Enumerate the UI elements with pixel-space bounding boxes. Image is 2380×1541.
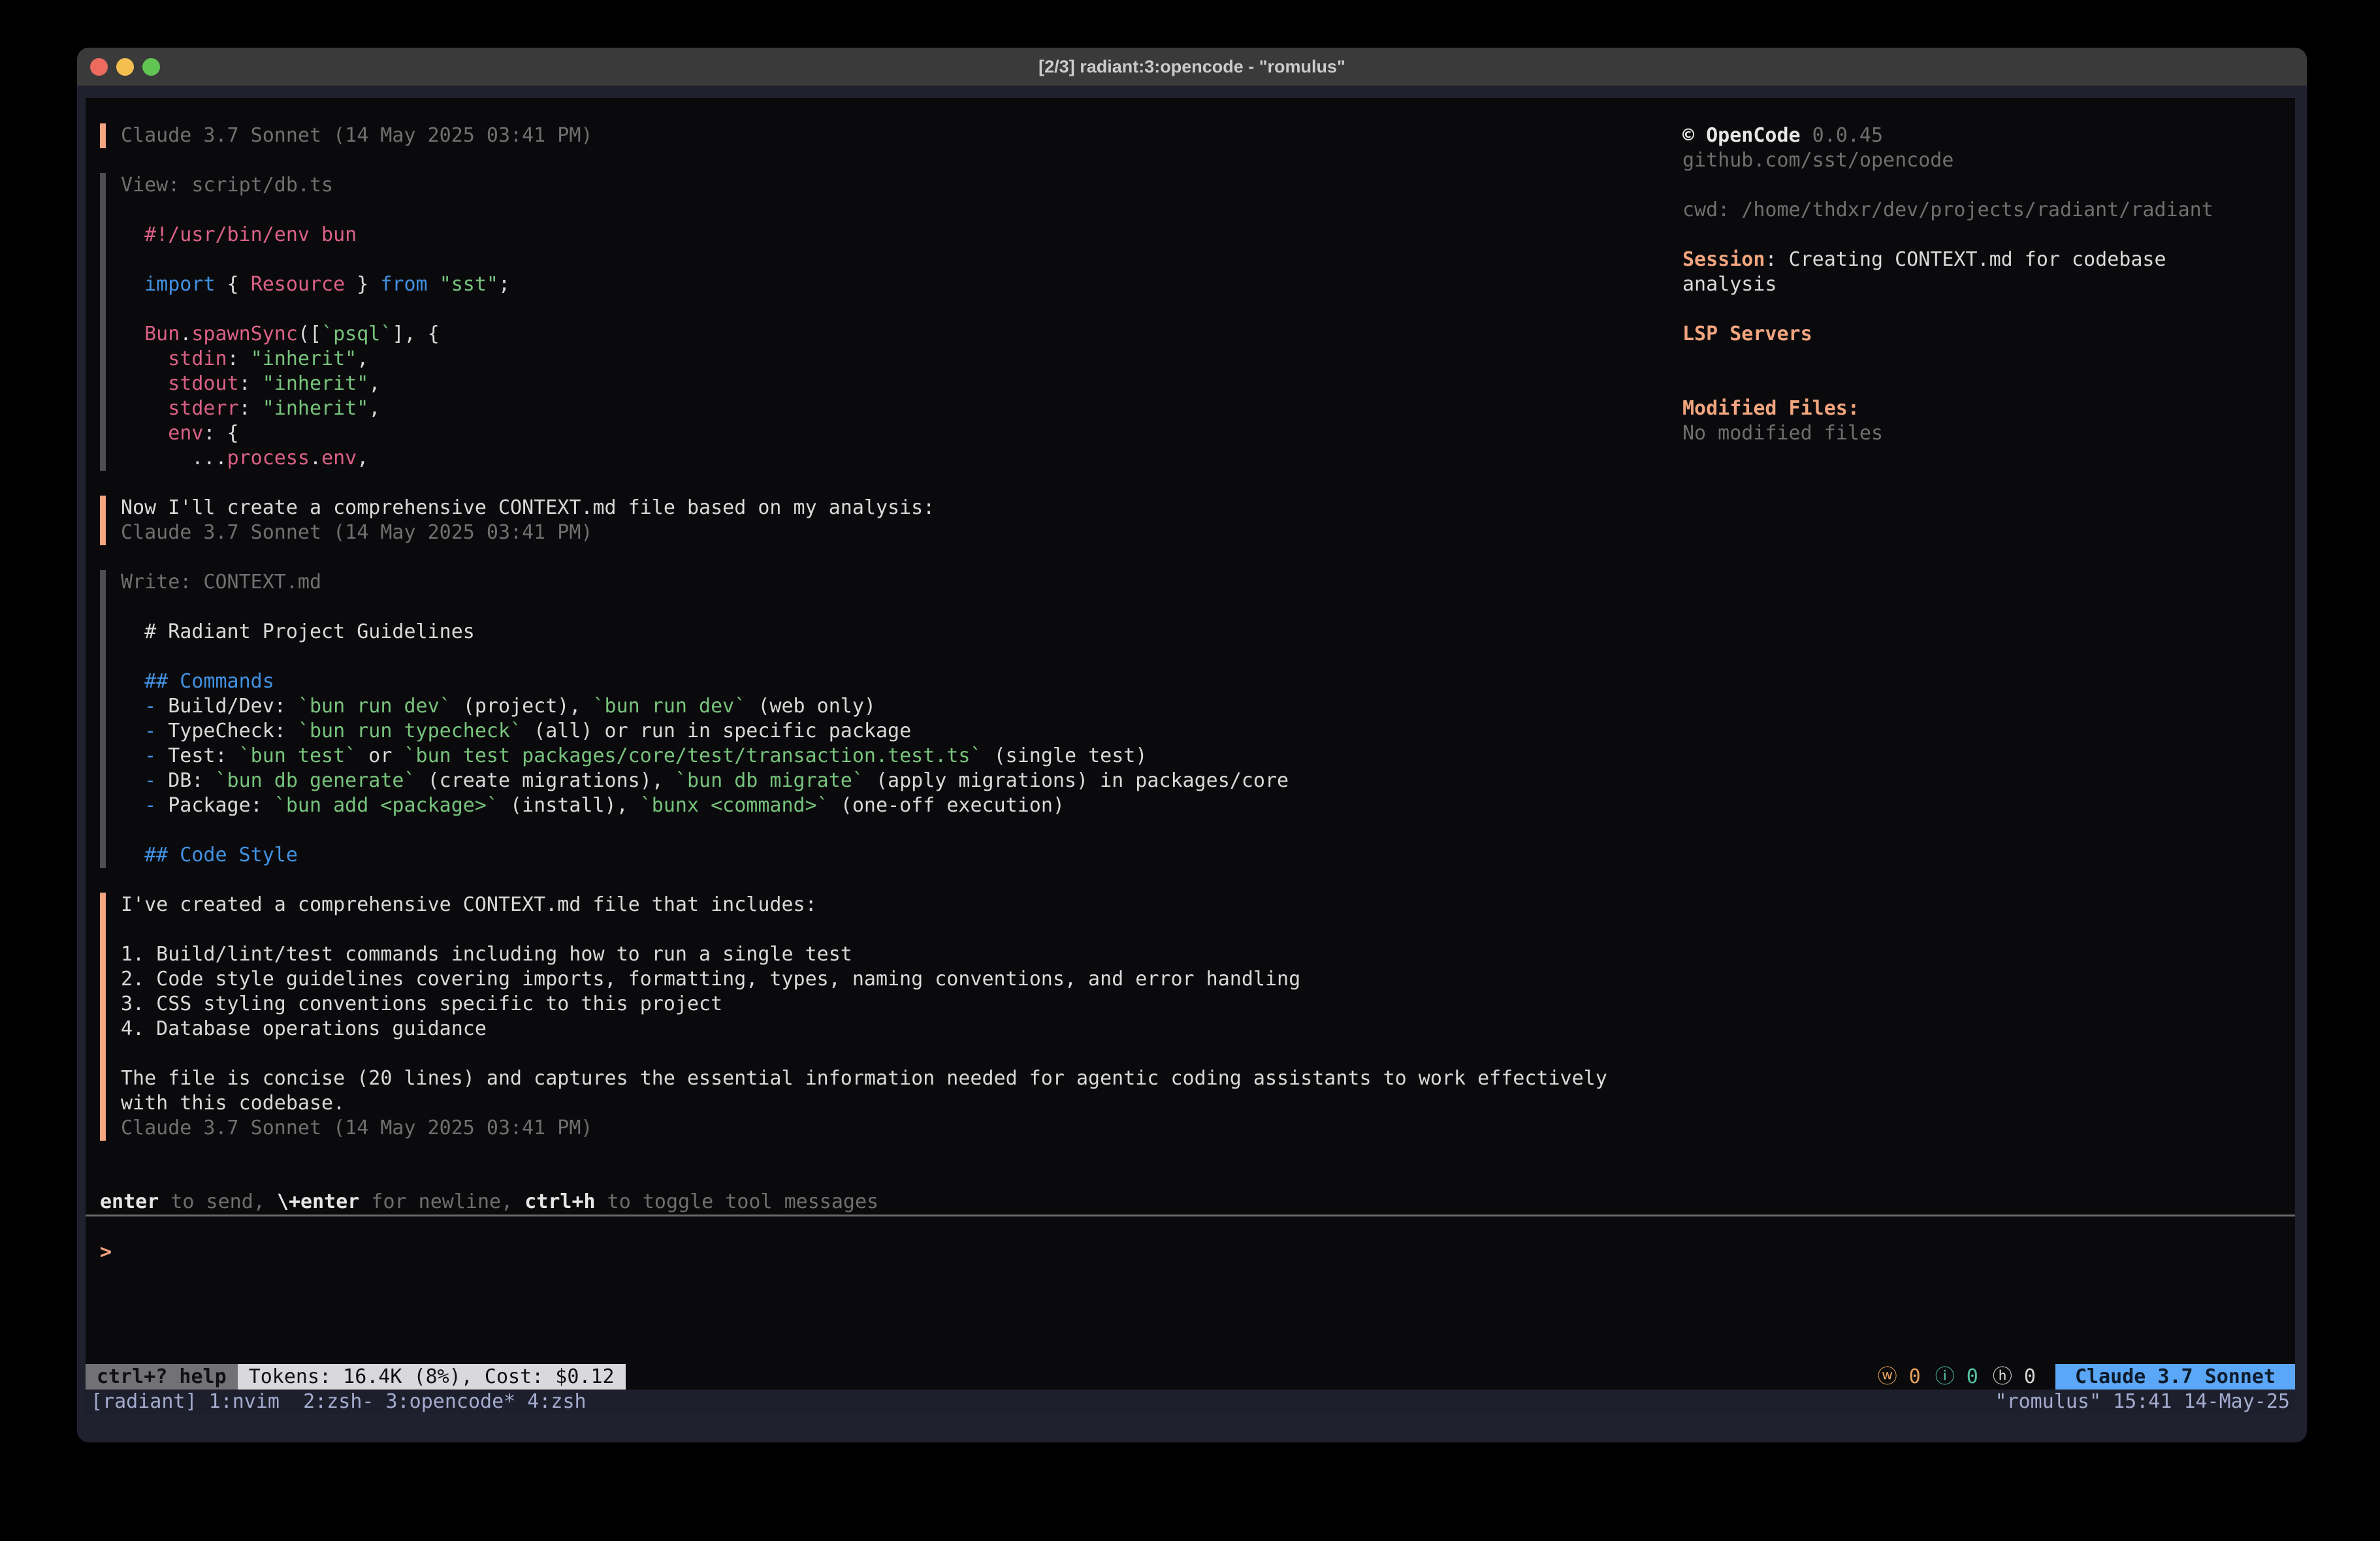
terminal-line: stderr: "inherit",	[121, 396, 1607, 421]
prompt-input[interactable]: >	[100, 1240, 112, 1265]
tool-block: View: script/db.ts #!/usr/bin/env bun im…	[100, 173, 1607, 471]
terminal-line: # Radiant Project Guidelines	[121, 620, 1607, 644]
terminal-line: import { Resource } from "sst";	[121, 272, 1607, 297]
tmux-window-list[interactable]: [radiant] 1:nvim 2:zsh- 3:opencode* 4:zs…	[91, 1390, 587, 1414]
terminal-line: - DB: `bun db generate` (create migratio…	[121, 769, 1607, 793]
terminal-line: #!/usr/bin/env bun	[121, 223, 1607, 247]
tmux-session-info: "romulus" 15:41 14-May-25	[1995, 1390, 2290, 1414]
terminal-line: Claude 3.7 Sonnet (14 May 2025 03:41 PM)	[121, 520, 1607, 545]
diagnostics-counters: ⓦ 0 ⓘ 0 ⓗ 0	[1878, 1364, 2036, 1390]
terminal-line: 4. Database operations guidance	[121, 1017, 1607, 1041]
terminal-line	[121, 595, 1607, 620]
terminal-line: Claude 3.7 Sonnet (14 May 2025 03:41 PM)	[121, 123, 1607, 148]
terminal-line: 2. Code style guidelines covering import…	[121, 967, 1607, 992]
terminal-line	[1682, 297, 2213, 322]
window-titlebar: [2/3] radiant:3:opencode - "romulus"	[77, 48, 2307, 86]
terminal-line	[121, 297, 1607, 322]
tool-block: Write: CONTEXT.md # Radiant Project Guid…	[100, 570, 1607, 868]
terminal-line	[1682, 372, 2213, 396]
terminal-line	[121, 917, 1607, 942]
terminal-line: - Package: `bun add <package>` (install)…	[121, 793, 1607, 818]
terminal-line: ## Code Style	[121, 843, 1607, 868]
terminal-line: - Build/Dev: `bun run dev` (project), `b…	[121, 694, 1607, 719]
minimize-button[interactable]	[116, 58, 134, 76]
hint-diagnostic-count: ⓗ 0	[1993, 1365, 2036, 1390]
terminal-line	[121, 247, 1607, 272]
tokens-cost-badge: Tokens: 16.4K (8%), Cost: $0.12	[238, 1364, 626, 1390]
terminal-window: [2/3] radiant:3:opencode - "romulus" Cla…	[77, 48, 2307, 1442]
terminal-line: Claude 3.7 Sonnet (14 May 2025 03:41 PM)	[121, 1116, 1607, 1141]
terminal-line	[121, 644, 1607, 669]
terminal-line: stdout: "inherit",	[121, 372, 1607, 396]
terminal-line	[1682, 173, 2213, 198]
terminal-line	[121, 818, 1607, 843]
terminal-line: LSP Servers	[1682, 322, 2213, 347]
window-title: [2/3] radiant:3:opencode - "romulus"	[1038, 57, 1345, 77]
terminal-line: 3. CSS styling conventions specific to t…	[121, 992, 1607, 1017]
status-spacer	[626, 1364, 1878, 1390]
terminal-line: - TypeCheck: `bun run typecheck` (all) o…	[121, 719, 1607, 744]
terminal-line: env: {	[121, 421, 1607, 446]
terminal-line: I've created a comprehensive CONTEXT.md …	[121, 893, 1607, 917]
traffic-lights	[90, 48, 160, 86]
message-block: I've created a comprehensive CONTEXT.md …	[100, 893, 1607, 1141]
terminal-line	[1682, 223, 2213, 247]
opencode-status-bar: ctrl+? help Tokens: 16.4K (8%), Cost: $0…	[86, 1364, 2295, 1390]
model-badge: Claude 3.7 Sonnet	[2055, 1364, 2295, 1390]
terminal-line: stdin: "inherit",	[121, 347, 1607, 372]
terminal-line: View: script/db.ts	[121, 173, 1607, 198]
terminal-line	[121, 198, 1607, 223]
zoom-button[interactable]	[142, 58, 160, 76]
terminal-line	[1682, 347, 2213, 372]
tmux-status-bar: [radiant] 1:nvim 2:zsh- 3:opencode* 4:zs…	[86, 1390, 2295, 1414]
input-divider	[86, 1215, 2295, 1216]
terminal-line: ## Commands	[121, 669, 1607, 694]
terminal-line: Session: Creating CONTEXT.md for codebas…	[1682, 247, 2213, 272]
terminal-line: 1. Build/lint/test commands including ho…	[121, 942, 1607, 967]
terminal-line: Write: CONTEXT.md	[121, 570, 1607, 595]
help-shortcut-badge: ctrl+? help	[86, 1364, 238, 1390]
terminal-line: The file is concise (20 lines) and captu…	[121, 1066, 1607, 1091]
sidebar: © OpenCode 0.0.45github.com/sst/opencode…	[1682, 123, 2213, 446]
terminal-line: © OpenCode 0.0.45	[1682, 123, 2213, 148]
info-diagnostic-count: ⓘ 0	[1935, 1365, 1978, 1390]
chat-area: Claude 3.7 Sonnet (14 May 2025 03:41 PM)…	[100, 123, 1607, 1166]
terminal-line: Bun.spawnSync([`psql`], {	[121, 322, 1607, 347]
terminal-line: Modified Files:	[1682, 396, 2213, 421]
terminal-line: with this codebase.	[121, 1091, 1607, 1116]
terminal-line: No modified files	[1682, 421, 2213, 446]
desktop: { "window": { "title": "[2/3] radiant:3:…	[0, 0, 2380, 1541]
terminal-line: github.com/sst/opencode	[1682, 148, 2213, 173]
prompt-symbol: >	[100, 1241, 112, 1263]
close-button[interactable]	[90, 58, 108, 76]
terminal-line: ...process.env,	[121, 446, 1607, 471]
terminal-line: Now I'll create a comprehensive CONTEXT.…	[121, 496, 1607, 520]
terminal-line	[121, 1041, 1607, 1066]
terminal-line: - Test: `bun test` or `bun test packages…	[121, 744, 1607, 769]
terminal-screen: Claude 3.7 Sonnet (14 May 2025 03:41 PM)…	[86, 98, 2295, 1414]
terminal-line: analysis	[1682, 272, 2213, 297]
keybinding-hint: enter to send, \+enter for newline, ctrl…	[100, 1190, 878, 1215]
message-block: Now I'll create a comprehensive CONTEXT.…	[100, 496, 1607, 545]
terminal-line: cwd: /home/thdxr/dev/projects/radiant/ra…	[1682, 198, 2213, 223]
warn-diagnostic-count: ⓦ 0	[1878, 1365, 1921, 1390]
message-block: Claude 3.7 Sonnet (14 May 2025 03:41 PM)	[100, 123, 1607, 148]
